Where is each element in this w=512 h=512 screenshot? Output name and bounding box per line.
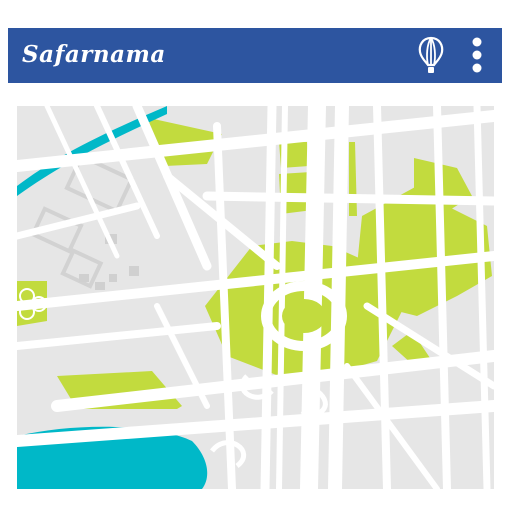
app-bar: Safarnama [8,28,502,83]
city-map[interactable] [17,106,494,489]
map-graphic [17,106,494,489]
more-vertical-icon[interactable] [466,34,488,76]
hot-air-balloon-icon[interactable] [416,36,446,76]
app-title: Safarnama [22,41,166,68]
